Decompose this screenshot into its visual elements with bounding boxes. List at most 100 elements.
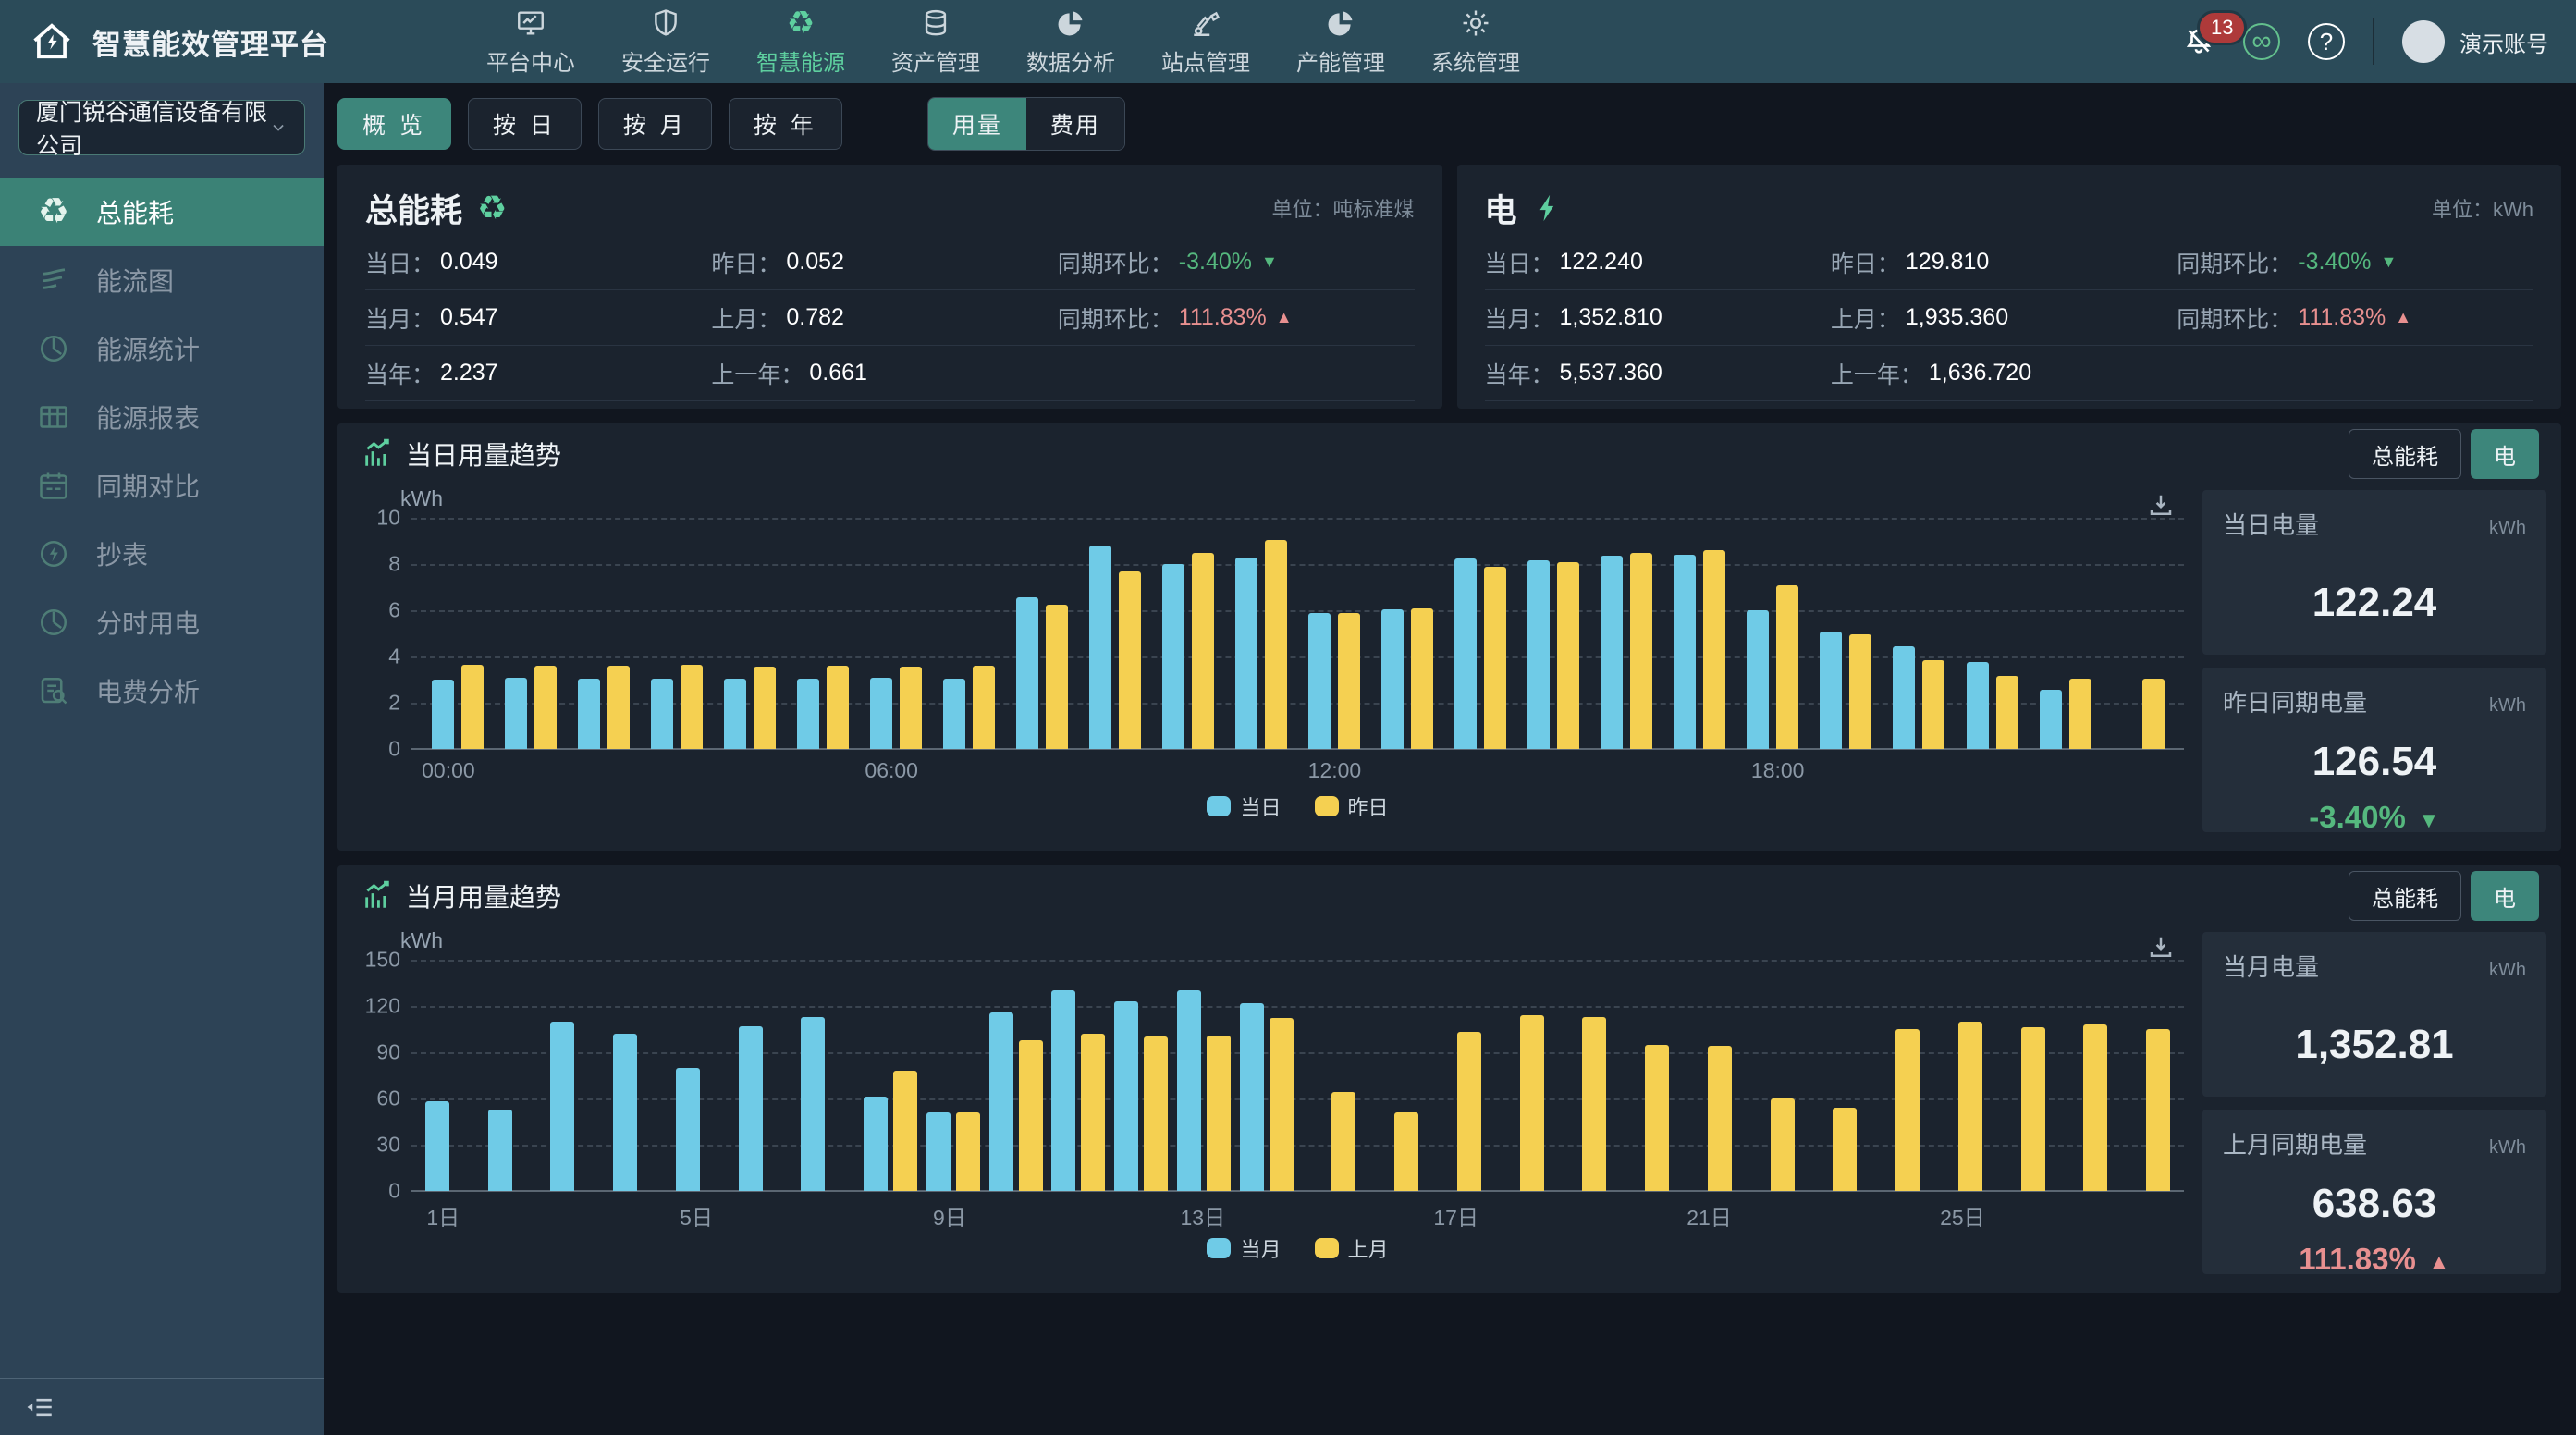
card-title: 电 <box>1485 185 1564 232</box>
bar-当日 <box>578 679 600 749</box>
daily-trend-card: 当日用量趋势 总能耗 电 kWh 1086420 00: <box>337 423 2561 851</box>
panel-title: 昨日同期电量 <box>2223 684 2367 718</box>
bar-group-27日 <box>2050 960 2113 1191</box>
table-icon <box>35 400 72 434</box>
sidebar-item-电费分析[interactable]: 电费分析 <box>0 656 324 725</box>
sidebar-item-能源报表[interactable]: 能源报表 <box>0 383 324 451</box>
panel-unit: kWh <box>2489 518 2526 539</box>
tab-by-day[interactable]: 按 日 <box>468 98 582 150</box>
switch-total-energy[interactable]: 总能耗 <box>2349 429 2461 479</box>
bar-group-18日 <box>1486 960 1549 1191</box>
link-icon[interactable]: ∞ <box>2243 23 2280 60</box>
unit-label: 单位：吨标准煤 <box>1271 193 1414 223</box>
bar-group-10日 <box>985 960 1048 1191</box>
chart-legend: 当日 昨日 <box>411 786 2184 827</box>
bar-昨日 <box>2069 679 2091 749</box>
legend-item-当月[interactable]: 当月 <box>1207 1233 1281 1263</box>
main-nav: 平台中心 安全运行 ♻智慧能源资产管理数据分析站点管理产能管理系统管理 <box>486 6 1520 77</box>
bar-group-02:00 <box>567 518 640 749</box>
chart-title-text: 当日用量趋势 <box>406 435 561 472</box>
chart-body: kWh 1501209060300 1日5日9日13日17日21日25日 当月上… <box>337 926 2561 1274</box>
trend-down-icon: ▼ <box>1261 252 1278 272</box>
card-title-text: 电 <box>1485 185 1517 232</box>
bar-昨日 <box>827 666 849 749</box>
sidebar: 厦门锐谷通信设备有限公司 ♻总能耗能流图能源统计能源报表同期对比抄表分时用电电费… <box>0 83 324 1435</box>
tab-overview[interactable]: 概 览 <box>337 98 451 150</box>
y-axis: 1501209060300 <box>360 960 411 1191</box>
collapse-sidebar-icon[interactable] <box>24 1392 55 1423</box>
bar-昨日 <box>1338 613 1360 750</box>
monthly-trend-card: 当月用量趋势 总能耗 电 kWh 1501209060300 <box>337 865 2561 1293</box>
x-axis: 00:0006:0012:0018:00 <box>411 749 2184 786</box>
bar-昨日 <box>900 667 922 749</box>
bar-上月 <box>1645 1045 1669 1191</box>
app-title: 智慧能效管理平台 <box>92 21 329 63</box>
switch-electricity[interactable]: 电 <box>2471 871 2539 921</box>
x-tick-label: 9日 <box>933 1200 966 1232</box>
bar-当日 <box>1162 564 1184 749</box>
shield-icon <box>649 6 682 40</box>
bolt-icon <box>1532 192 1564 224</box>
bar-昨日 <box>973 666 995 749</box>
bar-昨日 <box>1265 540 1287 749</box>
sidebar-item-分时用电[interactable]: 分时用电 <box>0 588 324 656</box>
notification-badge: 13 <box>2197 10 2247 45</box>
bar-group-04:00 <box>713 518 786 749</box>
panel-value: 122.24 <box>2223 580 2526 626</box>
bar-当日 <box>2040 690 2062 749</box>
switch-total-energy[interactable]: 总能耗 <box>2349 871 2461 921</box>
nav-item-平台中心[interactable]: 平台中心 <box>486 6 575 77</box>
sidebar-item-总能耗[interactable]: ♻总能耗 <box>0 178 324 246</box>
chart-title: 当日用量趋势 <box>362 435 561 472</box>
y-tick-label: 2 <box>388 691 400 716</box>
panel-title: 当月电量 <box>2223 949 2319 983</box>
sidebar-item-label: 能源报表 <box>96 399 200 435</box>
company-selector[interactable]: 厦门锐谷通信设备有限公司 <box>18 100 305 155</box>
stat-cell: 当日：122.240 <box>1485 246 1831 279</box>
bar-当日 <box>651 679 673 749</box>
bar-当月 <box>926 1112 951 1191</box>
tab-by-month[interactable]: 按 月 <box>598 98 712 150</box>
sidebar-footer <box>0 1378 324 1435</box>
nav-item-资产管理[interactable]: 资产管理 <box>891 6 980 77</box>
legend-item-上月[interactable]: 上月 <box>1315 1233 1389 1263</box>
nav-item-产能管理[interactable]: 产能管理 <box>1296 6 1385 77</box>
summary-row: 当月：1,352.810上月：1,935.360同期环比：111.83%▲ <box>1485 290 2534 346</box>
tab-usage[interactable]: 用量 <box>928 98 1026 150</box>
help-icon[interactable]: ? <box>2308 23 2345 60</box>
notifications-button[interactable]: 13 <box>2182 25 2215 58</box>
bar-当日 <box>1747 610 1769 749</box>
nav-item-label: 平台中心 <box>486 44 575 77</box>
summary-row: 当月：0.547上月：0.782同期环比：111.83%▲ <box>365 290 1415 346</box>
recycle-icon: ♻ <box>477 191 507 225</box>
sidebar-item-抄表[interactable]: 抄表 <box>0 520 324 588</box>
house-bolt-icon <box>28 18 76 66</box>
panel-title: 上月同期电量 <box>2223 1126 2367 1160</box>
card-rows: 当日：0.049昨日：0.052同期环比：-3.40%▼当月：0.547上月：0… <box>365 235 1415 401</box>
nav-item-安全运行[interactable]: 安全运行 <box>621 6 710 77</box>
tab-cost[interactable]: 费用 <box>1026 98 1124 150</box>
bar-昨日 <box>1922 660 1944 749</box>
bar-group-19:00 <box>1809 518 1883 749</box>
stat-cell: 昨日：129.810 <box>1831 246 2177 279</box>
x-axis: 1日5日9日13日17日21日25日 <box>411 1191 2184 1228</box>
panel-value: 1,352.81 <box>2223 1022 2526 1068</box>
user-menu[interactable]: 演示账号 <box>2402 20 2548 63</box>
robot-icon <box>1189 6 1222 40</box>
sidebar-item-能流图[interactable]: 能流图 <box>0 246 324 314</box>
sidebar-item-同期对比[interactable]: 同期对比 <box>0 451 324 520</box>
nav-item-数据分析[interactable]: 数据分析 <box>1026 6 1115 77</box>
switch-electricity[interactable]: 电 <box>2471 429 2539 479</box>
bar-上月 <box>1144 1036 1168 1191</box>
nav-item-系统管理[interactable]: 系统管理 <box>1431 6 1520 77</box>
sidebar-item-能源统计[interactable]: 能源统计 <box>0 314 324 383</box>
nav-item-站点管理[interactable]: 站点管理 <box>1161 6 1250 77</box>
y-tick-label: 8 <box>388 552 400 577</box>
legend-item-当日[interactable]: 当日 <box>1207 791 1281 821</box>
legend-swatch <box>1315 1238 1339 1258</box>
nav-item-智慧能源[interactable]: ♻智慧能源 <box>756 6 845 77</box>
tab-by-year[interactable]: 按 年 <box>729 98 842 150</box>
sidebar-item-label: 总能耗 <box>96 193 174 230</box>
legend-item-昨日[interactable]: 昨日 <box>1315 791 1389 821</box>
stat-cell: 同期环比：111.83%▲ <box>1058 301 1415 335</box>
